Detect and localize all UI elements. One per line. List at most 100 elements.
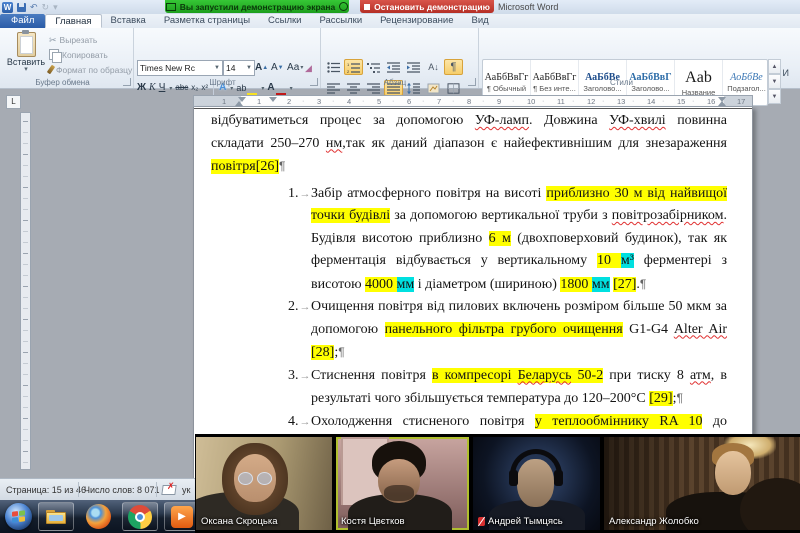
- brush-icon: [46, 64, 56, 75]
- cut-button[interactable]: ✂ Вырезать: [49, 32, 132, 47]
- grow-font-button[interactable]: А ▲: [255, 60, 268, 74]
- ruler-tick: [23, 407, 28, 408]
- tab-stop-selector[interactable]: L: [6, 95, 21, 109]
- font-group: Times New Rc ▼ 14 ▼ А ▲ А ▼ Аа ▾ ◢ Ж К Ч…: [133, 28, 321, 96]
- quick-access-more-icon[interactable]: ▾: [53, 2, 58, 12]
- word-app-icon[interactable]: W: [2, 1, 13, 13]
- language-indicator[interactable]: ук: [182, 485, 190, 495]
- indent-marker[interactable]: [718, 101, 726, 106]
- save-icon[interactable]: [17, 2, 26, 12]
- ruler-number: 11: [557, 97, 565, 106]
- tab-рассылки[interactable]: Рассылки: [310, 14, 371, 28]
- change-styles-button-partial[interactable]: И: [783, 68, 789, 78]
- tab-ссылки[interactable]: Ссылки: [259, 14, 310, 28]
- change-case-button[interactable]: Аа ▾: [287, 60, 303, 74]
- taskbar-chrome-button[interactable]: [122, 502, 158, 531]
- ruler-number: 8: [467, 97, 472, 106]
- tab-файл[interactable]: Файл: [0, 14, 46, 28]
- bullets-button[interactable]: [324, 59, 343, 75]
- indent-marker[interactable]: [269, 97, 277, 102]
- styles-group-label: Стили: [609, 78, 634, 87]
- start-button[interactable]: [5, 503, 32, 530]
- format-painter-button[interactable]: Формат по образцу: [46, 62, 132, 77]
- decrease-indent-icon: [387, 61, 400, 73]
- multilevel-list-button[interactable]: [364, 59, 383, 75]
- vertical-ruler[interactable]: [20, 112, 31, 470]
- shrink-font-label: А: [271, 62, 278, 73]
- ruler-tick: ·: [602, 98, 605, 105]
- windows-logo-icon: [12, 510, 25, 523]
- font-dialog-launcher-icon[interactable]: [310, 78, 318, 86]
- show-formatting-marks-button[interactable]: ¶: [444, 59, 463, 75]
- text-run: УФ-ламп: [474, 113, 530, 128]
- clipboard-dialog-launcher-icon[interactable]: [123, 78, 131, 86]
- ruler-tick: [23, 297, 28, 298]
- text-boundary-line: [194, 108, 752, 109]
- gallery-more-icon[interactable]: ▼: [768, 89, 781, 104]
- page-indicator[interactable]: Страница: 15 из 46: [6, 485, 86, 495]
- video-tile-3[interactable]: Александр Жолобко: [604, 437, 800, 530]
- document-page[interactable]: відбуватиметься процес за допомогою УФ-л…: [193, 107, 753, 478]
- tab-вид[interactable]: Вид: [462, 14, 497, 28]
- participant-name: Оксана Скроцька: [201, 516, 277, 527]
- participant-phones-shape: [509, 449, 563, 486]
- text-run: Стиснення повітря: [311, 367, 432, 383]
- font-size-select[interactable]: 14 ▼: [223, 60, 255, 76]
- text-run: G1-G4: [622, 321, 674, 337]
- font-family-select[interactable]: Times New Rc ▼: [137, 60, 223, 76]
- horizontal-ruler[interactable]: 1 · 2 · 3 · 4 · 5 · 6 · 7 · 8 · 9 · 10 · 11 · 12 · 13 · 14 · 15 · 16 · 1…: [193, 95, 753, 107]
- copy-button[interactable]: Копировать: [49, 47, 132, 63]
- redo-icon[interactable]: ↻: [42, 2, 50, 12]
- numbering-button[interactable]: 12: [344, 59, 363, 75]
- ruler-tick: [23, 418, 28, 419]
- ruler-tick: [23, 165, 28, 166]
- stop-sharing-button[interactable]: Остановить демонстрацию: [360, 0, 494, 13]
- ruler-number: 13: [617, 97, 626, 106]
- participant-name-text: Оксана Скроцька: [201, 516, 278, 527]
- tab-рецензирование[interactable]: Рецензирование: [371, 14, 462, 28]
- clear-formatting-button[interactable]: ◢: [305, 60, 312, 74]
- paste-dropdown-icon[interactable]: ▾: [24, 66, 28, 73]
- increase-indent-button[interactable]: [404, 59, 423, 75]
- clipboard-group: Вставить ▾ ✂ Вырезать Копировать Формат …: [0, 28, 134, 88]
- undo-icon[interactable]: ↶: [30, 2, 38, 12]
- decrease-indent-button[interactable]: [384, 59, 403, 75]
- text-run: нм: [325, 135, 343, 151]
- spell-check-icon[interactable]: ✗: [161, 481, 177, 495]
- ruler-number: 6: [407, 97, 412, 106]
- tab-вставка[interactable]: Вставка: [102, 14, 155, 28]
- clipboard-small-buttons: ✂ Вырезать Копировать Формат по образцу: [46, 32, 132, 77]
- text-run: . Довжина: [529, 113, 610, 128]
- text-run: УФ-хвилі: [609, 113, 666, 128]
- word-count[interactable]: Число слов: 8 071: [84, 485, 160, 495]
- indent-marker[interactable]: [238, 97, 246, 102]
- shrink-font-button[interactable]: А ▼: [271, 60, 284, 74]
- ruler-tick: [23, 220, 28, 221]
- ruler-tick: ·: [482, 98, 485, 105]
- video-call-strip: Оксана Скроцька Костя Цвєтков Андрей Тымця…: [195, 434, 800, 533]
- ruler-tick: [23, 374, 28, 375]
- clipboard-group-label: Буфер обмена: [35, 78, 90, 87]
- scroll-down-icon[interactable]: ▼: [768, 74, 781, 89]
- styles-group: АаБбВвГг ¶ Обычный АаБбВвГг ¶ Без инте... Аа…: [478, 28, 789, 106]
- paragraph-dialog-launcher-icon[interactable]: [468, 78, 476, 86]
- tab-главная[interactable]: Главная: [45, 14, 102, 28]
- paste-button[interactable]: Вставить ▾: [5, 30, 47, 84]
- pause-icon[interactable]: [339, 2, 349, 11]
- ruler-tick: [23, 286, 28, 287]
- video-tile-0[interactable]: Оксана Скроцька: [196, 437, 332, 530]
- scroll-up-icon[interactable]: ▲: [768, 59, 781, 74]
- ruler-tick: [23, 143, 28, 144]
- ribbon: Вставить ▾ ✂ Вырезать Копировать Формат …: [0, 28, 800, 106]
- taskbar-firefox-button[interactable]: [80, 502, 116, 531]
- taskbar-explorer-button[interactable]: [38, 502, 74, 531]
- up-arrow-icon: ▲: [262, 65, 269, 71]
- tab-разметка-страницы[interactable]: Разметка страницы: [155, 14, 259, 28]
- video-tile-2[interactable]: Андрей Тымцясь: [473, 437, 600, 530]
- sort-button[interactable]: А ↓: [424, 59, 443, 75]
- video-tile-1[interactable]: Костя Цвєтков: [336, 437, 469, 530]
- text-run: Alter Air: [673, 321, 727, 337]
- document-text[interactable]: відбуватиметься процес за допомогою УФ-л…: [211, 110, 728, 478]
- svg-text:2: 2: [347, 69, 350, 73]
- styles-gallery-scrollbar: ▲ ▼ ▼: [768, 59, 781, 104]
